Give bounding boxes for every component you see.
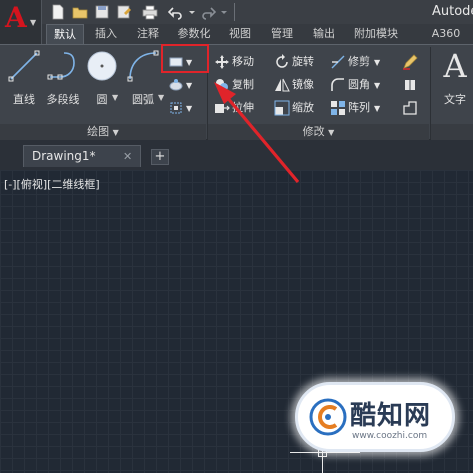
undo-icon[interactable]: [167, 4, 184, 20]
explode-tool[interactable]: [402, 76, 420, 94]
ribbon: 直线 多段线 圆 ▼ 圆弧 ▼ ▼ ▼ ▼ 移动 旋转 修剪 ▼ 复制 镜像 圆…: [0, 44, 473, 140]
tab-addins[interactable]: 附加模块: [346, 24, 406, 44]
hatch-icon: [168, 77, 184, 93]
chevron-down-icon[interactable]: ▼: [158, 93, 164, 102]
chevron-down-icon[interactable]: ▼: [186, 104, 192, 113]
move-label: 移动: [232, 55, 254, 68]
watermark: 酷知网 www.coozhi.com: [295, 382, 455, 452]
scale-label: 缩放: [292, 101, 314, 114]
app-title: Autode: [432, 4, 473, 19]
move-icon: [214, 54, 230, 70]
file-tab-name: Drawing1*: [32, 149, 96, 163]
modify-panel-title-text: 修改: [302, 125, 325, 138]
viewport-controls[interactable]: [-][俯视][二维线框]: [4, 176, 100, 192]
chevron-down-icon[interactable]: ▼: [374, 104, 380, 113]
text-a-icon: A: [443, 47, 467, 85]
chevron-down-icon: ▼: [30, 18, 37, 27]
mirror-icon: [274, 77, 290, 93]
chevron-down-icon[interactable]: ▼: [186, 81, 192, 90]
tab-a360[interactable]: A360: [426, 24, 466, 44]
coozhi-logo-icon: [309, 398, 347, 436]
quick-access-separator: [234, 3, 235, 21]
trim-tool[interactable]: 修剪 ▼: [330, 53, 380, 71]
stretch-label: 拉伸: [232, 101, 254, 114]
modify-panel-title[interactable]: 修改 ▼: [208, 124, 429, 140]
trim-icon: [330, 54, 346, 70]
pencil-eraser-icon: [402, 54, 418, 70]
scale-tool[interactable]: 缩放: [274, 99, 314, 117]
autocad-logo-icon: A: [5, 1, 27, 34]
join-icon: [402, 100, 418, 116]
fillet-icon: [330, 77, 346, 93]
tab-default[interactable]: 默认: [46, 24, 84, 44]
mirror-tool[interactable]: 镜像: [274, 76, 314, 94]
tab-parametric[interactable]: 参数化: [170, 24, 218, 44]
annotation-panel-title: [431, 124, 473, 140]
tab-insert[interactable]: 插入: [88, 24, 124, 44]
fillet-label: 圆角: [348, 78, 370, 91]
boundary-tool[interactable]: ▼: [168, 99, 192, 117]
circle-icon: [87, 51, 117, 81]
move-tool[interactable]: 移动: [214, 53, 254, 71]
polyline-icon: [47, 52, 75, 80]
erase-tool[interactable]: [402, 53, 420, 71]
line-icon: [8, 50, 40, 82]
watermark-url: www.coozhi.com: [352, 431, 428, 441]
hatch-tool[interactable]: ▼: [168, 76, 192, 94]
print-icon[interactable]: [142, 4, 158, 20]
copy-icon: [214, 77, 230, 93]
boundary-icon: [168, 100, 184, 116]
save-icon[interactable]: [94, 4, 110, 20]
text-label: 文字: [444, 93, 466, 106]
redo-icon[interactable]: [200, 4, 217, 20]
chevron-down-icon: ▼: [112, 128, 119, 137]
application-menu-button[interactable]: A ▼: [0, 0, 42, 44]
copy-tool[interactable]: 复制: [214, 76, 254, 94]
copy-label: 复制: [232, 78, 254, 91]
close-icon[interactable]: ✕: [123, 150, 132, 163]
trim-label: 修剪: [348, 55, 370, 68]
draw-panel-title-text: 绘图: [87, 125, 110, 138]
tab-view[interactable]: 视图: [222, 24, 258, 44]
undo-dropdown-icon[interactable]: [184, 4, 195, 20]
tab-manage[interactable]: 管理: [264, 24, 300, 44]
chevron-down-icon[interactable]: ▼: [374, 81, 380, 90]
chevron-down-icon[interactable]: ▼: [374, 58, 380, 67]
file-tab-bar: Drawing1* ✕ +: [0, 140, 473, 170]
scale-icon: [274, 100, 290, 116]
highlight-box: [161, 44, 209, 73]
watermark-name: 酷知网: [350, 401, 432, 431]
save-as-icon[interactable]: [116, 4, 132, 20]
mirror-label: 镜像: [292, 78, 314, 91]
open-folder-icon[interactable]: [72, 4, 88, 20]
fillet-tool[interactable]: 圆角 ▼: [330, 76, 380, 94]
draw-panel-title[interactable]: 绘图 ▼: [0, 124, 206, 140]
new-tab-button[interactable]: +: [151, 149, 169, 165]
new-file-icon[interactable]: [50, 4, 66, 20]
array-tool[interactable]: 阵列 ▼: [330, 99, 380, 117]
rotate-icon: [274, 54, 290, 70]
tab-output[interactable]: 输出: [306, 24, 342, 44]
rotate-tool[interactable]: 旋转: [274, 53, 314, 71]
stretch-icon: [214, 100, 230, 116]
file-tab-drawing1[interactable]: Drawing1* ✕: [23, 145, 141, 167]
explode-icon: [402, 77, 418, 93]
stretch-tool[interactable]: 拉伸: [214, 99, 254, 117]
tab-annotate[interactable]: 注释: [130, 24, 166, 44]
rotate-label: 旋转: [292, 55, 314, 68]
array-icon: [330, 100, 346, 116]
chevron-down-icon: ▼: [328, 128, 335, 137]
array-label: 阵列: [348, 101, 370, 114]
ribbon-tabs: 默认 插入 注释 参数化 视图 管理 输出 附加模块 A360: [42, 24, 473, 44]
arc-icon: [127, 50, 159, 82]
join-tool[interactable]: [402, 99, 420, 117]
redo-dropdown-icon[interactable]: [216, 4, 227, 20]
title-bar: Autode: [0, 0, 473, 24]
